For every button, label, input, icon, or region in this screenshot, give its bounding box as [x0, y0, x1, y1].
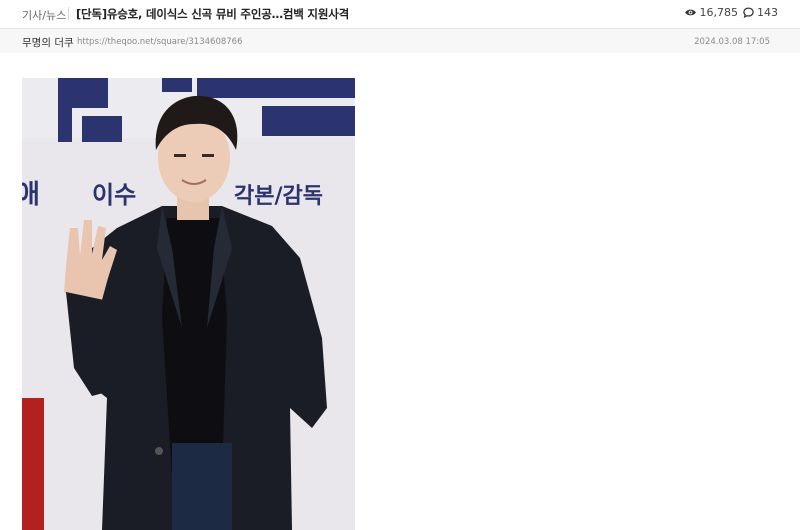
post-meta-bar: 무명의 더쿠 https://theqoo.net/square/3134608… [0, 29, 800, 53]
post-header: 기사/뉴스 [단독]유승호, 데이식스 신곡 뮤비 주인공…컴백 지원사격 16… [0, 0, 800, 29]
comment-icon [743, 7, 754, 18]
post-stats: 16,785 143 [684, 6, 778, 19]
backdrop-text-role: 각본/감독 [234, 184, 323, 209]
post-url[interactable]: https://theqoo.net/square/3134608766 [77, 37, 242, 47]
author-name: 무명의 더쿠 [22, 37, 74, 49]
post-date: 2024.03.08 17:05 [694, 37, 770, 47]
comment-count[interactable]: 143 [743, 6, 778, 19]
header-divider [68, 7, 69, 20]
photo-illustration: 애 이수 각본/감독 [22, 78, 355, 530]
eye-icon [684, 9, 696, 16]
view-count: 16,785 [684, 6, 739, 19]
category-link[interactable]: 기사/뉴스 [22, 7, 66, 23]
comment-count-value: 143 [757, 6, 778, 19]
view-count-value: 16,785 [699, 6, 739, 19]
backdrop-text-left: 애 [22, 180, 40, 210]
backdrop-text-name: 이수 [92, 181, 136, 209]
post-title: [단독]유승호, 데이식스 신곡 뮤비 주인공…컴백 지원사격 [76, 7, 349, 21]
article-photo: 애 이수 각본/감독 [22, 78, 355, 530]
